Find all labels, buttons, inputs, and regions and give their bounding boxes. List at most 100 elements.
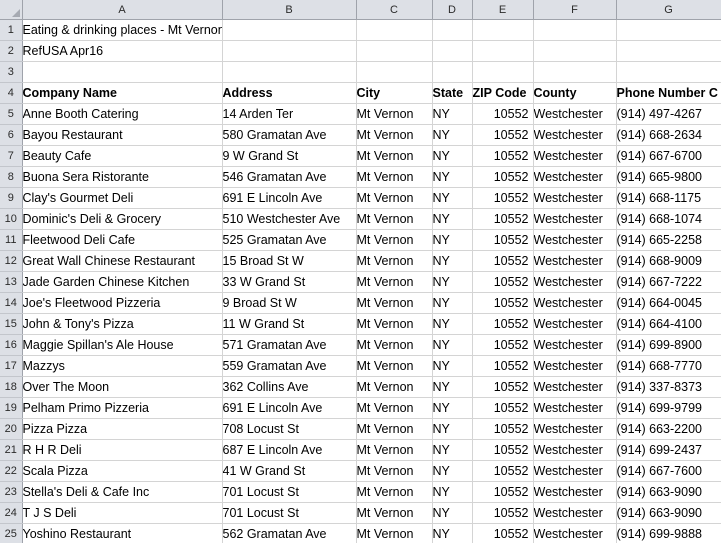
header-cell-company-name[interactable]: Company Name	[22, 82, 223, 104]
cell-state[interactable]: NY	[432, 439, 473, 461]
cell-county[interactable]: Westchester	[533, 397, 617, 419]
cell-city[interactable]: Mt Vernon	[356, 292, 433, 314]
cell-title[interactable]: Eating & drinking places - Mt Vernon	[22, 19, 223, 41]
cell-empty[interactable]	[222, 19, 357, 41]
cell-county[interactable]: Westchester	[533, 229, 617, 251]
cell-empty[interactable]	[222, 40, 357, 62]
cell-city[interactable]: Mt Vernon	[356, 334, 433, 356]
cell-address[interactable]: 9 Broad St W	[222, 292, 357, 314]
cell-company-name[interactable]: Joe's Fleetwood Pizzeria	[22, 292, 223, 314]
cell-city[interactable]: Mt Vernon	[356, 439, 433, 461]
cell-address[interactable]: 701 Locust St	[222, 481, 357, 503]
cell-address[interactable]: 691 E Lincoln Ave	[222, 397, 357, 419]
cell-state[interactable]: NY	[432, 418, 473, 440]
cell-company-name[interactable]: Fleetwood Deli Cafe	[22, 229, 223, 251]
row-header-11[interactable]: 11	[0, 229, 23, 251]
cell-city[interactable]: Mt Vernon	[356, 523, 433, 543]
cell-state[interactable]: NY	[432, 187, 473, 209]
cell-city[interactable]: Mt Vernon	[356, 418, 433, 440]
cell-state[interactable]: NY	[432, 292, 473, 314]
cell-phone-number[interactable]: (914) 667-7600	[616, 460, 721, 482]
header-cell-county[interactable]: County	[533, 82, 617, 104]
cell-address[interactable]: 701 Locust St	[222, 502, 357, 524]
cell-address[interactable]: 691 E Lincoln Ave	[222, 187, 357, 209]
cell-county[interactable]: Westchester	[533, 334, 617, 356]
cell-empty[interactable]	[533, 19, 617, 41]
cell-address[interactable]: 580 Gramatan Ave	[222, 124, 357, 146]
cell-company-name[interactable]: T J S Deli	[22, 502, 223, 524]
row-header-7[interactable]: 7	[0, 145, 23, 167]
row-header-20[interactable]: 20	[0, 418, 23, 440]
cell-empty[interactable]	[356, 61, 433, 83]
cell-state[interactable]: NY	[432, 481, 473, 503]
row-header-22[interactable]: 22	[0, 460, 23, 482]
cell-city[interactable]: Mt Vernon	[356, 103, 433, 125]
cell-county[interactable]: Westchester	[533, 460, 617, 482]
cell-zip-code[interactable]: 10552	[472, 355, 534, 377]
cell-address[interactable]: 15 Broad St W	[222, 250, 357, 272]
cell-empty[interactable]	[356, 40, 433, 62]
cell-address[interactable]: 41 W Grand St	[222, 460, 357, 482]
cell-address[interactable]: 571 Gramatan Ave	[222, 334, 357, 356]
cell-county[interactable]: Westchester	[533, 250, 617, 272]
cell-state[interactable]: NY	[432, 355, 473, 377]
cell-phone-number[interactable]: (914) 663-2200	[616, 418, 721, 440]
row-header-6[interactable]: 6	[0, 124, 23, 146]
cell-zip-code[interactable]: 10552	[472, 229, 534, 251]
cell-state[interactable]: NY	[432, 502, 473, 524]
cell-company-name[interactable]: Pelham Primo Pizzeria	[22, 397, 223, 419]
cell-county[interactable]: Westchester	[533, 124, 617, 146]
cell-city[interactable]: Mt Vernon	[356, 481, 433, 503]
row-header-1[interactable]: 1	[0, 19, 23, 41]
cell-zip-code[interactable]: 10552	[472, 397, 534, 419]
column-header-a[interactable]: A	[22, 0, 223, 20]
cell-city[interactable]: Mt Vernon	[356, 124, 433, 146]
cell-address[interactable]: 687 E Lincoln Ave	[222, 439, 357, 461]
cell-company-name[interactable]: Mazzys	[22, 355, 223, 377]
cell-state[interactable]: NY	[432, 229, 473, 251]
cell-zip-code[interactable]: 10552	[472, 103, 534, 125]
cell-phone-number[interactable]: (914) 699-2437	[616, 439, 721, 461]
cell-empty[interactable]	[616, 40, 721, 62]
cell-address[interactable]: 362 Collins Ave	[222, 376, 357, 398]
cell-address[interactable]: 14 Arden Ter	[222, 103, 357, 125]
cell-address[interactable]: 9 W Grand St	[222, 145, 357, 167]
cell-zip-code[interactable]: 10552	[472, 124, 534, 146]
cell-state[interactable]: NY	[432, 397, 473, 419]
cell-county[interactable]: Westchester	[533, 313, 617, 335]
header-cell-address[interactable]: Address	[222, 82, 357, 104]
cell-zip-code[interactable]: 10552	[472, 502, 534, 524]
cell-phone-number[interactable]: (914) 497-4267	[616, 103, 721, 125]
cell-empty[interactable]	[222, 61, 357, 83]
cell-company-name[interactable]: Beauty Cafe	[22, 145, 223, 167]
cell-state[interactable]: NY	[432, 313, 473, 335]
cell-company-name[interactable]: Buona Sera Ristorante	[22, 166, 223, 188]
cell-zip-code[interactable]: 10552	[472, 292, 534, 314]
cell-phone-number[interactable]: (914) 699-9799	[616, 397, 721, 419]
cell-phone-number[interactable]: (914) 667-6700	[616, 145, 721, 167]
cell-city[interactable]: Mt Vernon	[356, 166, 433, 188]
cell-company-name[interactable]: Great Wall Chinese Restaurant	[22, 250, 223, 272]
header-cell-state[interactable]: State	[432, 82, 473, 104]
cell-empty[interactable]	[533, 61, 617, 83]
cell-company-name[interactable]: Maggie Spillan's Ale House	[22, 334, 223, 356]
cell-phone-number[interactable]: (914) 665-2258	[616, 229, 721, 251]
cell-phone-number[interactable]: (914) 663-9090	[616, 481, 721, 503]
cell-empty[interactable]	[616, 61, 721, 83]
cell-county[interactable]: Westchester	[533, 166, 617, 188]
row-header-2[interactable]: 2	[0, 40, 23, 62]
row-header-25[interactable]: 25	[0, 523, 23, 543]
cell-phone-number[interactable]: (914) 668-2634	[616, 124, 721, 146]
row-header-16[interactable]: 16	[0, 334, 23, 356]
row-header-15[interactable]: 15	[0, 313, 23, 335]
row-header-9[interactable]: 9	[0, 187, 23, 209]
cell-company-name[interactable]: Stella's Deli & Cafe Inc	[22, 481, 223, 503]
cell-source[interactable]: RefUSA Apr16	[22, 40, 223, 62]
cell-empty[interactable]	[22, 61, 223, 83]
cell-company-name[interactable]: John & Tony's Pizza	[22, 313, 223, 335]
cell-zip-code[interactable]: 10552	[472, 523, 534, 543]
cell-county[interactable]: Westchester	[533, 418, 617, 440]
cell-phone-number[interactable]: (914) 668-1175	[616, 187, 721, 209]
cell-city[interactable]: Mt Vernon	[356, 355, 433, 377]
cell-state[interactable]: NY	[432, 271, 473, 293]
